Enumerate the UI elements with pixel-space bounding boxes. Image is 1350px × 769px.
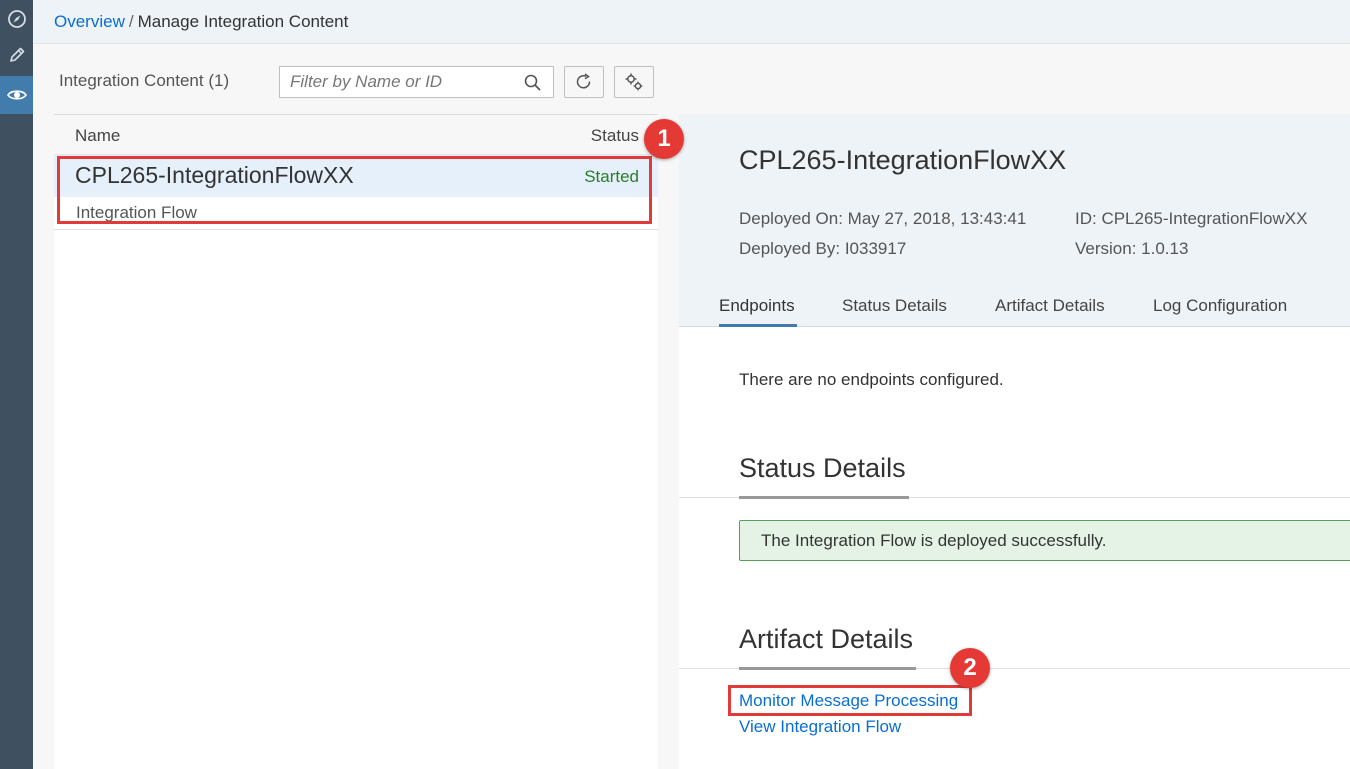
detail-header: CPL265-IntegrationFlowXX Deployed On: Ma… bbox=[679, 114, 1350, 327]
tab-artifact-details[interactable]: Artifact Details bbox=[995, 296, 1105, 316]
breadcrumb-overview-link[interactable]: Overview bbox=[54, 12, 125, 31]
section-heading-underline bbox=[739, 496, 909, 499]
nav-design[interactable] bbox=[0, 36, 33, 74]
search-icon[interactable] bbox=[523, 73, 543, 93]
tab-log-configuration[interactable]: Log Configuration bbox=[1153, 296, 1287, 316]
nav-rail bbox=[0, 0, 33, 769]
breadcrumb-separator: / bbox=[128, 12, 134, 31]
annotation-badge-1: 1 bbox=[644, 119, 684, 159]
list-header: Name Status bbox=[54, 115, 658, 155]
gears-icon bbox=[625, 73, 643, 91]
deployed-on: Deployed On: May 27, 2018, 13:43:41 bbox=[739, 209, 1027, 228]
annotation-highlight-1 bbox=[57, 156, 652, 224]
artifact-details-heading: Artifact Details bbox=[739, 624, 914, 654]
nav-monitor[interactable] bbox=[0, 76, 33, 114]
tab-status-details[interactable]: Status Details bbox=[842, 296, 947, 316]
column-header-name[interactable]: Name bbox=[75, 126, 120, 146]
status-details-heading: Status Details bbox=[739, 453, 906, 483]
deploy-success-message: The Integration Flow is deployed success… bbox=[739, 520, 1350, 561]
pencil-icon bbox=[9, 47, 24, 62]
tab-endpoints[interactable]: Endpoints bbox=[719, 296, 795, 316]
nav-discover[interactable] bbox=[0, 0, 33, 38]
list-title: Integration Content (1) bbox=[59, 71, 230, 90]
endpoints-empty-message: There are no endpoints configured. bbox=[739, 370, 1004, 389]
detail-tabs: Endpoints Status Details Artifact Detail… bbox=[679, 290, 1350, 327]
annotation-badge-2: 2 bbox=[950, 648, 990, 688]
success-message-text: The Integration Flow is deployed success… bbox=[761, 531, 1107, 550]
artifact-version: Version: 1.0.13 bbox=[1075, 239, 1189, 258]
eye-icon bbox=[6, 90, 27, 100]
compass-icon bbox=[7, 10, 26, 28]
section-heading-underline bbox=[739, 667, 916, 670]
refresh-button[interactable] bbox=[564, 66, 604, 98]
view-integration-flow-link[interactable]: View Integration Flow bbox=[739, 717, 901, 737]
deployed-by: Deployed By: I033917 bbox=[739, 239, 907, 258]
annotation-highlight-2 bbox=[728, 685, 972, 716]
breadcrumb-current: Manage Integration Content bbox=[137, 12, 349, 31]
search-input[interactable] bbox=[280, 67, 520, 97]
column-header-status[interactable]: Status bbox=[591, 126, 639, 146]
detail-title: CPL265-IntegrationFlowXX bbox=[739, 145, 1067, 175]
refresh-icon bbox=[576, 73, 591, 89]
search-field[interactable] bbox=[279, 66, 554, 98]
breadcrumb: Overview / Manage Integration Content bbox=[33, 0, 1350, 44]
settings-button[interactable] bbox=[614, 66, 654, 98]
artifact-id: ID: CPL265-IntegrationFlowXX bbox=[1075, 209, 1308, 228]
